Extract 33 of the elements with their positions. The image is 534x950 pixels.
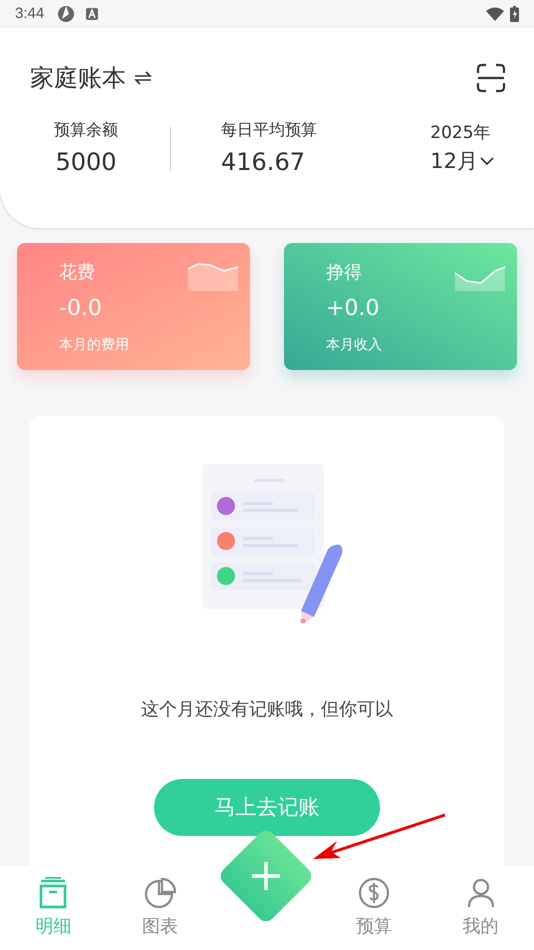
- stat-label: 预算余额: [54, 119, 118, 141]
- aperture-icon: [57, 5, 76, 23]
- dollar-icon: [358, 876, 390, 908]
- summary-card[interactable]: 挣得 +0.0 本月收入: [284, 243, 517, 370]
- card-title: 挣得: [326, 261, 363, 285]
- battery-icon: [510, 6, 519, 22]
- year-label: 2025年: [430, 122, 491, 144]
- keyboard-icon: [86, 8, 98, 20]
- empty-message: 这个月还没有记账哦，但你可以: [141, 698, 393, 722]
- sparkline-icon: [188, 261, 240, 291]
- stat-label: 每日平均预算: [221, 119, 317, 141]
- nav-tab[interactable]: 预算: [320, 866, 428, 950]
- wifi-icon: [486, 7, 504, 21]
- book-title[interactable]: 家庭账本: [30, 60, 126, 96]
- record-now-button[interactable]: 马上去记账: [154, 779, 380, 836]
- stat-value: 416.67: [221, 147, 305, 178]
- stat-value: 5000: [55, 147, 117, 178]
- card-amount: -0.0: [59, 295, 103, 323]
- chevron-down-icon: [480, 157, 494, 166]
- nav-tab[interactable]: 图表: [106, 866, 214, 950]
- switch-icon[interactable]: [134, 71, 152, 85]
- scan-icon[interactable]: [476, 63, 506, 93]
- card-caption: 本月的费用: [59, 336, 130, 355]
- card-title: 花费: [59, 261, 96, 285]
- nav-tab[interactable]: 明细: [0, 866, 107, 950]
- status-time: 3:44: [15, 4, 44, 24]
- pie-chart-icon: [144, 876, 176, 908]
- summary-card[interactable]: 花费 -0.0 本月的费用: [17, 243, 250, 370]
- month-selector[interactable]: 12月: [430, 146, 494, 178]
- nav-tab[interactable]: 我的: [427, 866, 534, 950]
- card-caption: 本月收入: [326, 336, 383, 355]
- card-amount: +0.0: [326, 295, 380, 323]
- box-icon: [37, 876, 70, 908]
